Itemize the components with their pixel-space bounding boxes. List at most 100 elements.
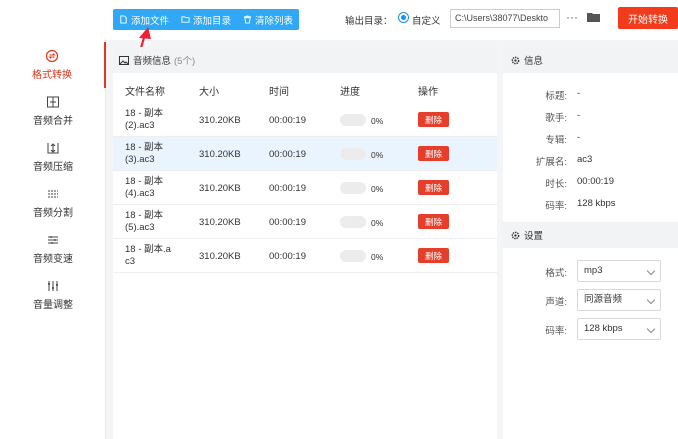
bitrate-setting: 码率: 128 kbps xyxy=(503,318,678,340)
chevron-down-icon xyxy=(647,296,655,304)
compress-icon xyxy=(46,141,60,155)
progress-bar xyxy=(340,148,366,160)
channel-setting: 声道: 同源音频 xyxy=(503,289,678,311)
progress-bar xyxy=(340,250,366,262)
channel-label: 声道: xyxy=(503,294,567,308)
settings-title: 设置 xyxy=(524,228,543,242)
output-path-field[interactable]: C:\Users\38077\Deskto xyxy=(450,9,560,28)
merge-icon xyxy=(46,95,60,109)
image-icon xyxy=(119,56,129,65)
speed-icon xyxy=(46,233,60,247)
sidebar-item-speed[interactable]: 音频变速 xyxy=(0,226,106,272)
sidebar: 格式转换 音频合并 音频压缩 音频分割 音频变速 音量调整 xyxy=(0,40,106,439)
volume-icon xyxy=(46,279,60,293)
split-icon xyxy=(46,187,60,201)
open-folder-icon[interactable] xyxy=(587,12,600,22)
info-title: 信息 xyxy=(524,53,543,67)
info-settings-panel: 信息 标题:- 歌手:- 专辑:- 扩展名:ac3 时长:00:00:19 码率… xyxy=(503,47,678,439)
sidebar-item-label: 音频压缩 xyxy=(33,158,73,173)
sidebar-item-split[interactable]: 音频分割 xyxy=(0,180,106,226)
file-list-header: 音频信息 (5个) xyxy=(113,47,497,73)
sidebar-item-merge[interactable]: 音频合并 xyxy=(0,88,106,134)
delete-button[interactable]: 删除 xyxy=(418,248,449,263)
col-filename: 文件名称 xyxy=(125,83,165,98)
sidebar-item-compress[interactable]: 音频压缩 xyxy=(0,134,106,180)
col-time: 时间 xyxy=(269,83,289,98)
file-icon xyxy=(119,15,128,24)
chevron-down-icon xyxy=(647,267,655,275)
table-header: 文件名称 大小 时间 进度 操作 xyxy=(113,73,497,103)
file-name: 18 - 副本(3).ac3 xyxy=(125,142,195,166)
delete-button[interactable]: 删除 xyxy=(418,180,449,195)
table-row[interactable]: 18 - 副本(3).ac3 310.20KB 00:00:19 0% 删除 xyxy=(113,137,497,171)
progress-percent: 0% xyxy=(371,184,383,194)
output-dir-label: 输出目录： xyxy=(345,13,393,27)
file-list-panel: 音频信息 (5个) 文件名称 大小 时间 进度 操作 18 - 副本(2).ac… xyxy=(113,47,497,439)
progress-percent: 0% xyxy=(371,116,383,126)
browse-more-button[interactable]: ··· xyxy=(566,10,578,24)
table-row[interactable]: 18 - 副本(2).ac3 310.20KB 00:00:19 0% 删除 xyxy=(113,103,497,137)
progress-percent: 0% xyxy=(371,218,383,228)
format-label: 格式: xyxy=(503,265,567,279)
add-folder-button[interactable]: 添加目录 xyxy=(175,9,237,30)
table-row[interactable]: 18 - 副本(5).ac3 310.20KB 00:00:19 0% 删除 xyxy=(113,205,497,239)
info-header: 信息 xyxy=(503,47,678,73)
file-size: 310.20KB xyxy=(199,115,241,126)
top-toolbar: 添加文件 添加目录 清除列表 输出目录： 自定义 C:\Users\38077\… xyxy=(0,0,678,40)
gear-icon xyxy=(511,56,520,65)
gear-icon xyxy=(511,231,520,240)
table-row[interactable]: 18 - 副本.ac3 310.20KB 00:00:19 0% 删除 xyxy=(113,239,497,273)
clear-list-button[interactable]: 清除列表 xyxy=(237,9,299,30)
bitrate-label: 码率: xyxy=(503,323,567,337)
col-size: 大小 xyxy=(199,83,219,98)
add-file-label: 添加文件 xyxy=(131,13,169,27)
file-duration: 00:00:19 xyxy=(269,149,306,160)
file-duration: 00:00:19 xyxy=(269,115,306,126)
delete-button[interactable]: 删除 xyxy=(418,146,449,161)
sidebar-item-label: 格式转换 xyxy=(32,66,72,81)
clear-list-label: 清除列表 xyxy=(255,13,293,27)
file-name: 18 - 副本(2).ac3 xyxy=(125,108,195,132)
file-count: (5个) xyxy=(174,53,195,67)
col-action: 操作 xyxy=(418,83,438,98)
col-progress: 进度 xyxy=(340,83,360,98)
sidebar-item-label: 音量调整 xyxy=(33,296,73,311)
file-duration: 00:00:19 xyxy=(269,251,306,262)
folder-outline-icon xyxy=(181,15,190,24)
start-convert-button[interactable]: 开始转换 xyxy=(618,7,678,29)
file-duration: 00:00:19 xyxy=(269,217,306,228)
file-name: 18 - 副本(5).ac3 xyxy=(125,210,195,234)
table-row[interactable]: 18 - 副本(4).ac3 310.20KB 00:00:19 0% 删除 xyxy=(113,171,497,205)
file-list-title: 音频信息 xyxy=(133,53,171,67)
trash-icon xyxy=(243,15,252,24)
chevron-down-icon xyxy=(647,325,655,333)
format-select[interactable]: mp3 xyxy=(577,260,661,282)
file-name: 18 - 副本.ac3 xyxy=(125,244,195,268)
channel-select[interactable]: 同源音频 xyxy=(577,289,661,311)
progress-bar xyxy=(340,182,366,194)
sidebar-item-label: 音频变速 xyxy=(33,250,73,265)
file-size: 310.20KB xyxy=(199,149,241,160)
file-size: 310.20KB xyxy=(199,217,241,228)
progress-bar xyxy=(340,114,366,126)
progress-percent: 0% xyxy=(371,150,383,160)
format-convert-icon xyxy=(45,49,59,63)
file-name: 18 - 副本(4).ac3 xyxy=(125,176,195,200)
sidebar-item-format-convert[interactable]: 格式转换 xyxy=(0,42,106,88)
sidebar-item-label: 音频合并 xyxy=(33,112,73,127)
custom-radio[interactable] xyxy=(398,12,409,23)
progress-percent: 0% xyxy=(371,252,383,262)
file-duration: 00:00:19 xyxy=(269,183,306,194)
sidebar-item-label: 音频分割 xyxy=(33,204,73,219)
file-size: 310.20KB xyxy=(199,183,241,194)
add-folder-label: 添加目录 xyxy=(193,13,231,27)
settings-header: 设置 xyxy=(503,222,678,248)
file-size: 310.20KB xyxy=(199,251,241,262)
progress-bar xyxy=(340,216,366,228)
delete-button[interactable]: 删除 xyxy=(418,112,449,127)
bitrate-select[interactable]: 128 kbps xyxy=(577,318,661,340)
custom-radio-label: 自定义 xyxy=(412,13,441,27)
delete-button[interactable]: 删除 xyxy=(418,214,449,229)
format-setting: 格式: mp3 xyxy=(503,260,678,282)
sidebar-item-volume[interactable]: 音量调整 xyxy=(0,272,106,318)
